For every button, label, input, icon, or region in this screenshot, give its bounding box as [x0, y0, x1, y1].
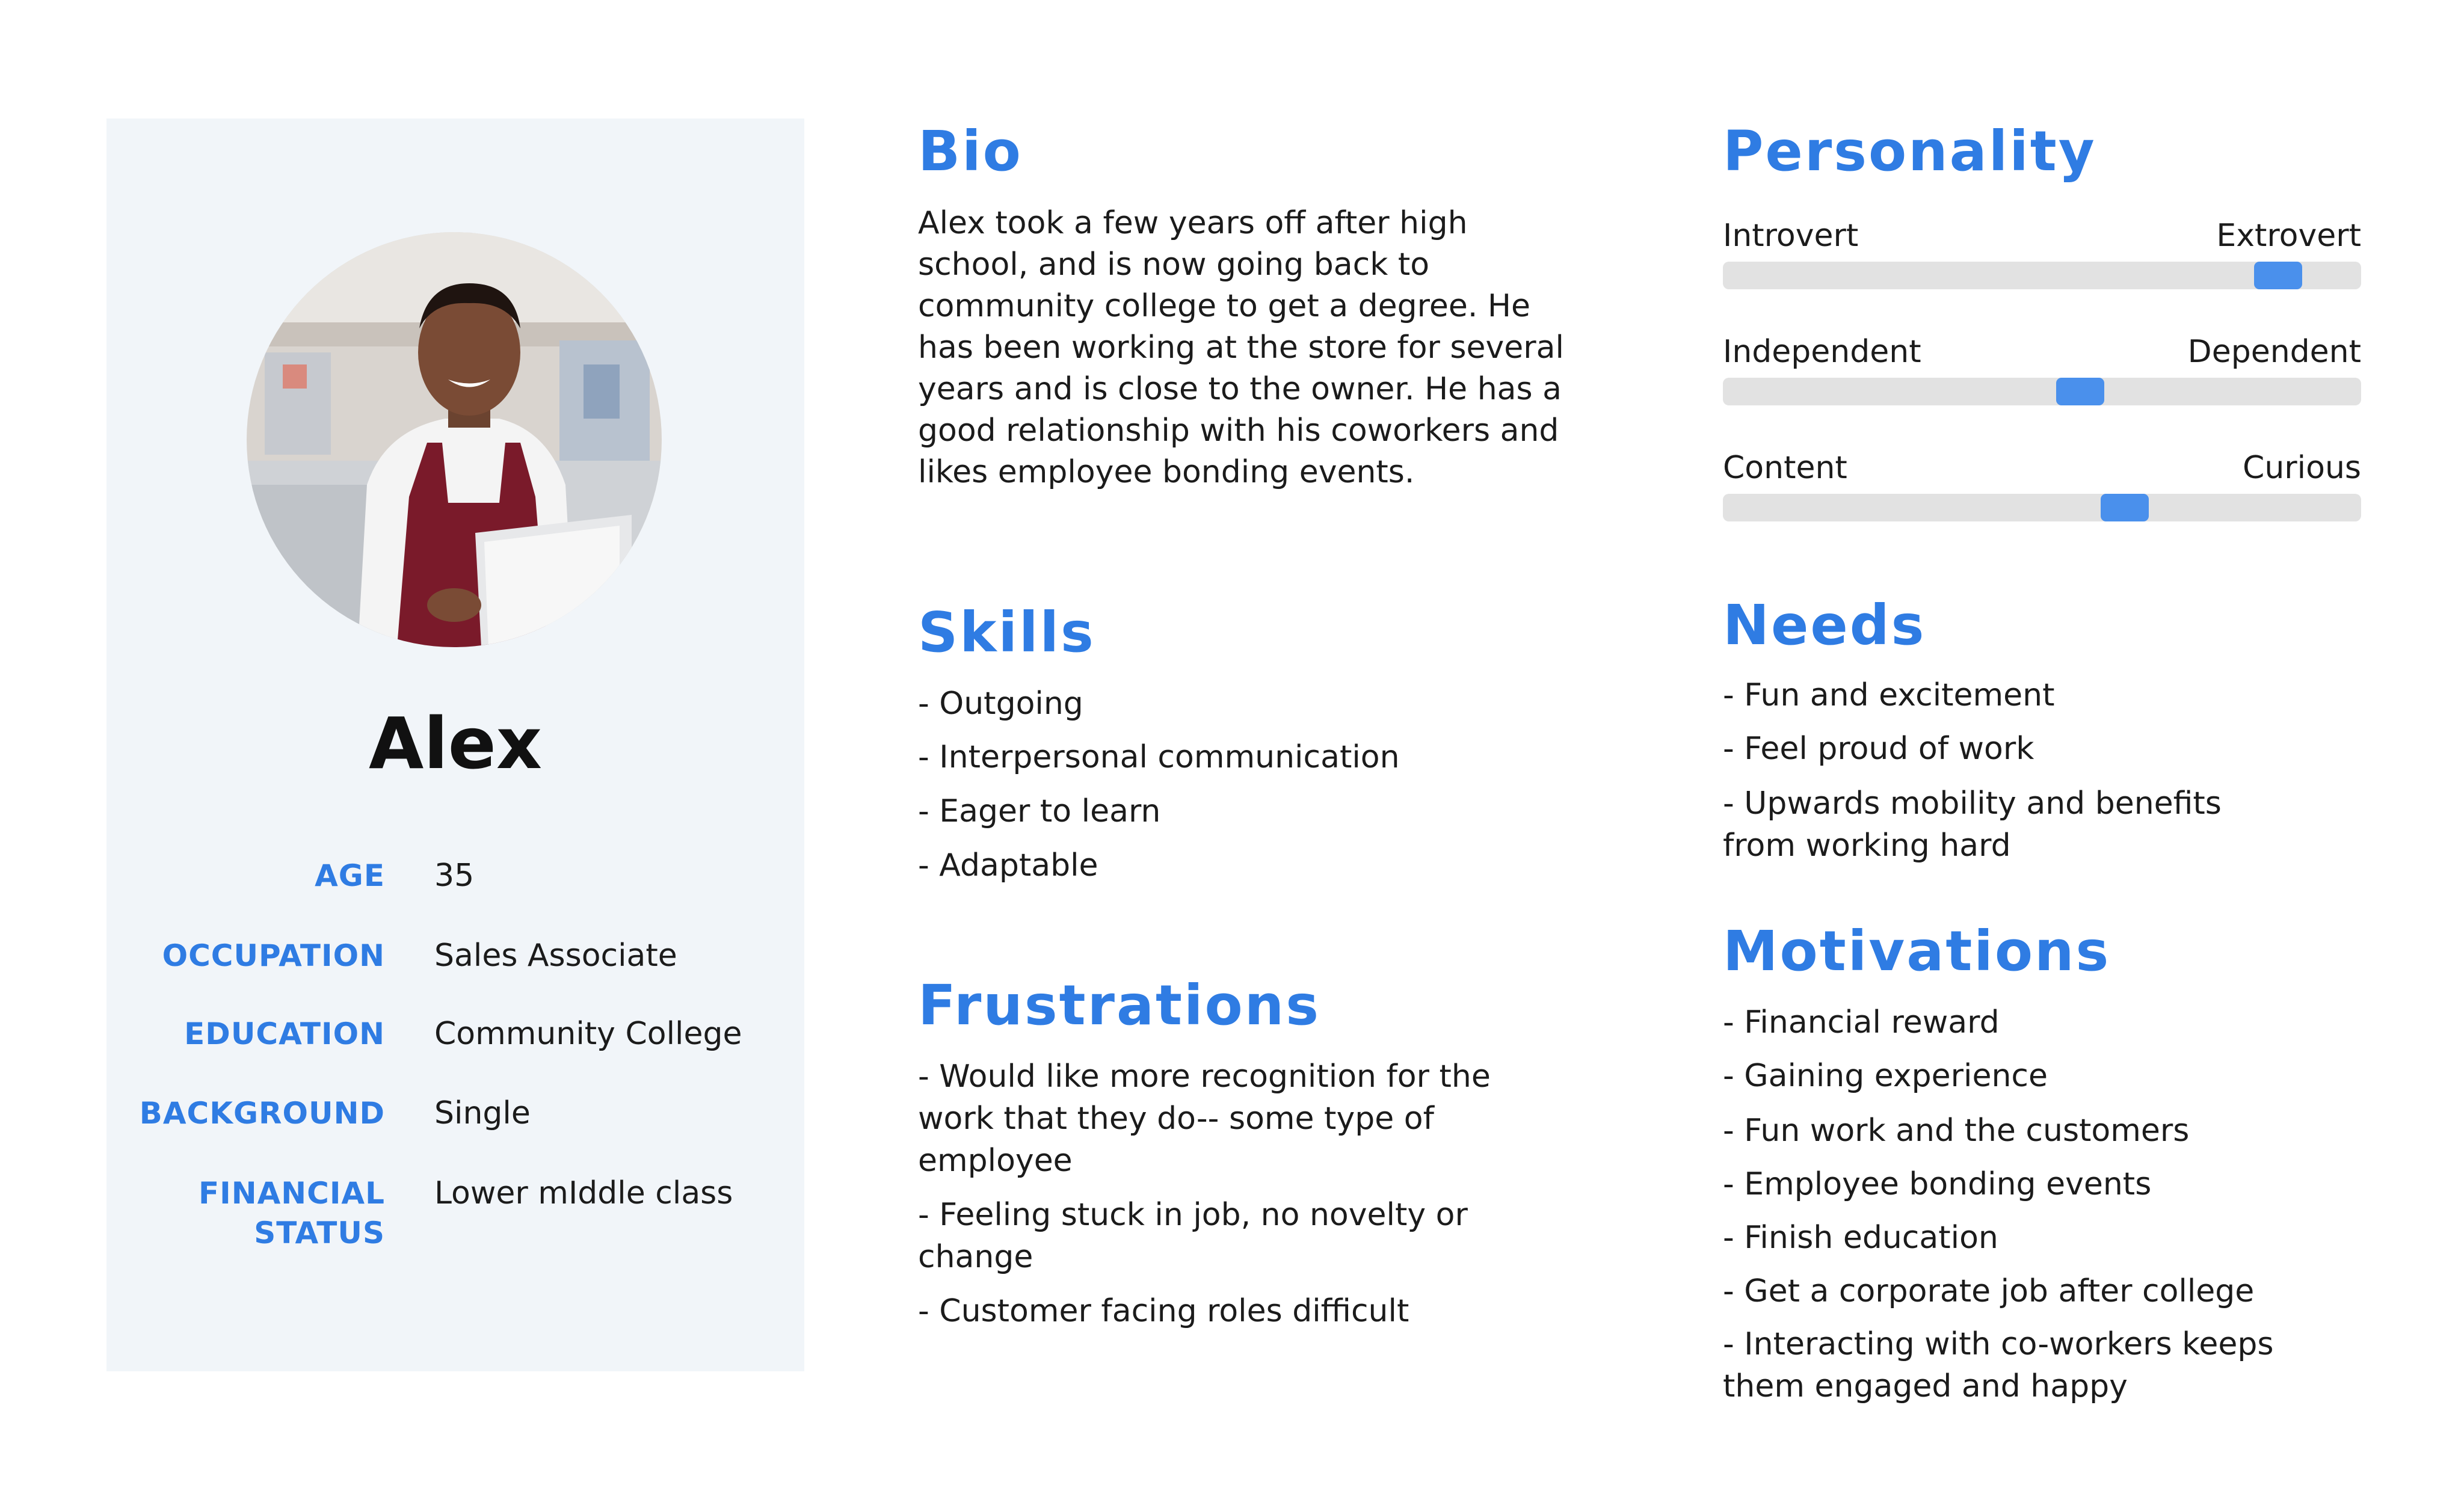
list-item: - Finish education — [1723, 1220, 1998, 1256]
list-item: - Would like more recognition for the wo… — [918, 1059, 1491, 1179]
introvert-extrovert-slider — [1723, 262, 2361, 289]
background-value: Single — [434, 1095, 531, 1131]
list-item: - Interpersonal communication — [918, 739, 1400, 775]
list-item: - Feel proud of work — [1723, 731, 2034, 767]
bio-heading: Bio — [918, 119, 1023, 183]
education-value: Community College — [434, 1016, 742, 1052]
financial-status-value: Lower mIddle class — [434, 1175, 733, 1211]
list-item: - Financial reward — [1723, 1004, 2000, 1041]
trait-right-label: Extrovert — [2216, 218, 2361, 254]
list-item: - Customer facing roles difficult — [918, 1293, 1409, 1329]
background-label: BACKGROUND — [139, 1096, 385, 1131]
trait-right-label: Curious — [2243, 450, 2361, 486]
list-item: - Adaptable — [918, 847, 1098, 884]
slider-thumb — [2056, 378, 2104, 405]
trait-right-label: Dependent — [2187, 334, 2361, 370]
personality-heading: Personality — [1723, 119, 2096, 183]
list-item: - Feeling stuck in job, no novelty or ch… — [918, 1197, 1468, 1275]
list-item: - Eager to learn — [918, 793, 1161, 829]
age-label: AGE — [315, 858, 385, 893]
profile-photo — [247, 232, 662, 647]
independent-dependent-slider — [1723, 378, 2361, 405]
list-item: - Outgoing — [918, 686, 1083, 722]
trait-left-label: Independent — [1723, 334, 1921, 370]
list-item: - Fun and excitement — [1723, 677, 2055, 713]
list-item: - Fun work and the customers — [1723, 1113, 2190, 1149]
skills-heading: Skills — [918, 600, 1095, 665]
profile-card: Alex AGE 35 OCCUPATION Sales Associate E… — [106, 118, 804, 1371]
motivations-heading: Motivations — [1723, 919, 2111, 983]
slider-thumb — [2254, 262, 2302, 289]
frustrations-heading: Frustrations — [918, 973, 1320, 1038]
occupation-value: Sales Associate — [434, 938, 677, 974]
list-item: - Employee bonding events — [1723, 1166, 2152, 1202]
slider-thumb — [2101, 494, 2149, 521]
list-item: - Gaining experience — [1723, 1058, 2048, 1094]
needs-heading: Needs — [1723, 593, 1926, 657]
avatar — [247, 232, 662, 647]
list-item: - Get a corporate job after college — [1723, 1273, 2255, 1309]
trait-left-label: Content — [1723, 450, 1847, 486]
age-value: 35 — [434, 858, 475, 894]
financial-status-label: FINANCIAL STATUS — [198, 1176, 385, 1250]
education-label: EDUCATION — [184, 1016, 385, 1051]
content-curious-slider — [1723, 494, 2361, 521]
list-item: - Interacting with co-workers keeps them… — [1723, 1326, 2274, 1404]
bio-text: Alex took a few years off after high sch… — [918, 205, 1564, 490]
occupation-label: OCCUPATION — [162, 938, 385, 973]
trait-left-label: Introvert — [1723, 218, 1859, 254]
persona-name: Alex — [369, 702, 542, 785]
list-item: - Upwards mobility and benefits from wor… — [1723, 785, 2222, 864]
